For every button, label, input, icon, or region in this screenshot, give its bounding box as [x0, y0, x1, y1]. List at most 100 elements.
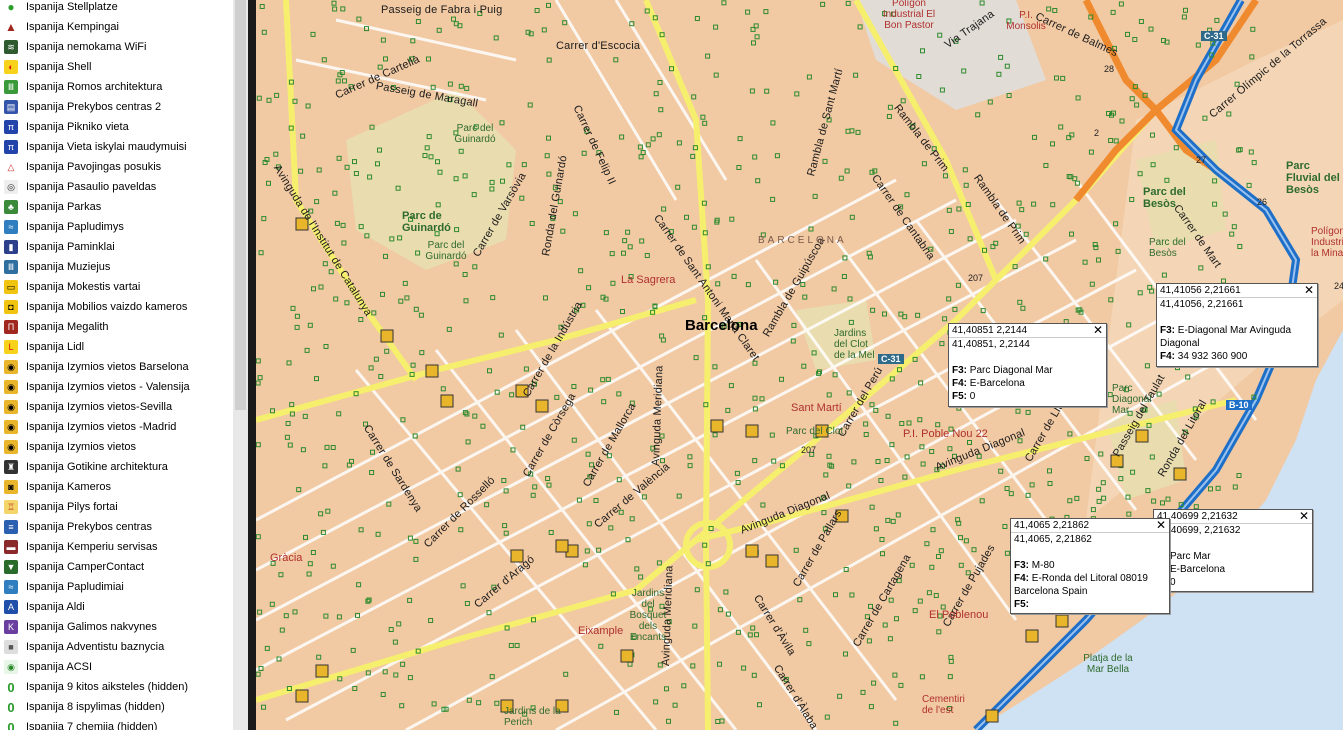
layer-item[interactable]: ♜ Ispanija Gotikine architektura: [0, 457, 232, 477]
poi-marker[interactable]: [691, 94, 697, 100]
poi-marker[interactable]: [383, 253, 388, 259]
layer-item[interactable]: 0 Ispanija 8 ispylimas (hidden): [0, 697, 232, 717]
poi-marker[interactable]: [514, 643, 520, 648]
poi-marker[interactable]: [1084, 456, 1090, 461]
poi-marker[interactable]: [490, 295, 496, 301]
poi-marker[interactable]: [824, 714, 830, 720]
poi-marker[interactable]: [1165, 496, 1171, 502]
poi-marker[interactable]: [476, 700, 482, 706]
poi-marker[interactable]: [871, 680, 877, 686]
poi-marker[interactable]: [1119, 118, 1125, 124]
poi-marker[interactable]: [1236, 473, 1242, 478]
layer-item[interactable]: ◉ Ispanija Izymios vietos -Madrid: [0, 417, 232, 437]
poi-marker[interactable]: [749, 88, 755, 94]
poi-marker[interactable]: [596, 547, 602, 553]
poi-marker[interactable]: [304, 347, 310, 353]
poi-marker[interactable]: [1047, 468, 1052, 474]
poi-marker[interactable]: [261, 216, 267, 222]
poi-marker[interactable]: [820, 1, 826, 7]
poi-marker[interactable]: [963, 538, 969, 544]
poi-marker[interactable]: [627, 661, 633, 667]
poi-marker[interactable]: [532, 484, 538, 490]
poi-marker[interactable]: [873, 526, 879, 532]
poi-marker[interactable]: [929, 564, 935, 570]
layer-item[interactable]: ◉ Ispanija ACSI: [0, 657, 232, 677]
poi-marker[interactable]: [620, 649, 634, 663]
poi-marker[interactable]: [759, 396, 765, 402]
poi-marker[interactable]: [948, 229, 954, 234]
poi-marker[interactable]: [1214, 17, 1220, 23]
poi-marker[interactable]: [779, 376, 784, 382]
poi-marker[interactable]: [884, 458, 890, 463]
poi-marker[interactable]: [751, 40, 756, 46]
poi-marker[interactable]: [548, 530, 554, 535]
poi-marker[interactable]: [676, 493, 682, 499]
poi-marker[interactable]: [921, 161, 927, 167]
poi-marker[interactable]: [1067, 431, 1073, 437]
poi-marker[interactable]: [1055, 614, 1069, 628]
poi-marker[interactable]: [882, 622, 888, 628]
poi-marker[interactable]: [256, 95, 262, 101]
poi-marker[interactable]: [334, 220, 340, 226]
poi-marker[interactable]: [912, 608, 918, 614]
poi-marker[interactable]: [1069, 231, 1074, 237]
poi-marker[interactable]: [869, 504, 875, 510]
layer-item[interactable]: ▲ Ispanija Kempingai: [0, 17, 232, 37]
poi-marker[interactable]: [586, 521, 592, 527]
close-icon[interactable]: ✕: [1299, 510, 1309, 522]
poi-marker[interactable]: [915, 312, 921, 318]
layer-item[interactable]: ■ Ispanija Adventistu baznycia: [0, 637, 232, 657]
poi-marker[interactable]: [721, 0, 727, 6]
poi-marker[interactable]: [906, 420, 912, 426]
poi-marker[interactable]: [1043, 163, 1049, 168]
poi-marker[interactable]: [336, 411, 342, 417]
poi-marker[interactable]: [690, 663, 696, 669]
poi-marker[interactable]: [650, 136, 656, 142]
poi-marker[interactable]: [266, 180, 271, 186]
poi-marker[interactable]: [298, 168, 304, 174]
poi-marker[interactable]: [325, 508, 331, 514]
poi-marker[interactable]: [638, 154, 644, 160]
poi-marker[interactable]: [843, 651, 848, 657]
poi-marker[interactable]: [425, 364, 439, 378]
poi-marker[interactable]: [920, 461, 926, 467]
poi-marker[interactable]: [1195, 42, 1201, 48]
poi-marker[interactable]: [946, 296, 952, 302]
poi-marker[interactable]: [1118, 1, 1124, 7]
poi-marker[interactable]: [1208, 486, 1213, 492]
poi-marker[interactable]: [410, 38, 416, 44]
poi-marker[interactable]: [952, 306, 958, 312]
poi-marker[interactable]: [1134, 102, 1140, 108]
poi-marker[interactable]: [462, 272, 468, 277]
poi-marker[interactable]: [764, 88, 770, 94]
poi-marker[interactable]: [1088, 149, 1094, 155]
poi-marker[interactable]: [1054, 75, 1059, 81]
poi-marker[interactable]: [985, 709, 999, 723]
poi-marker[interactable]: [571, 437, 577, 443]
poi-marker[interactable]: [341, 240, 347, 246]
poi-marker[interactable]: [294, 324, 300, 330]
layer-item[interactable]: ♖ Ispanija Pilys fortai: [0, 497, 232, 517]
poi-marker[interactable]: [404, 295, 410, 301]
poi-marker[interactable]: [384, 348, 390, 354]
poi-marker[interactable]: [731, 273, 737, 279]
layer-item[interactable]: ▭ Ispanija Mokestis vartai: [0, 277, 232, 297]
poi-marker[interactable]: [847, 296, 853, 302]
poi-marker[interactable]: [458, 527, 464, 533]
poi-marker[interactable]: [323, 613, 329, 619]
poi-marker[interactable]: [1015, 408, 1021, 414]
poi-marker[interactable]: [613, 57, 619, 63]
poi-marker[interactable]: [386, 501, 392, 507]
poi-marker[interactable]: [826, 392, 832, 398]
poi-marker[interactable]: [451, 16, 456, 22]
poi-marker[interactable]: [675, 184, 681, 190]
poi-marker[interactable]: [893, 720, 899, 726]
poi-marker[interactable]: [656, 132, 662, 138]
poi-marker[interactable]: [400, 417, 406, 423]
poi-marker[interactable]: [1075, 95, 1081, 101]
poi-marker[interactable]: [330, 445, 336, 450]
poi-marker[interactable]: [279, 627, 285, 633]
poi-marker[interactable]: [256, 380, 261, 386]
poi-marker[interactable]: [769, 432, 775, 438]
poi-marker[interactable]: [757, 702, 762, 708]
